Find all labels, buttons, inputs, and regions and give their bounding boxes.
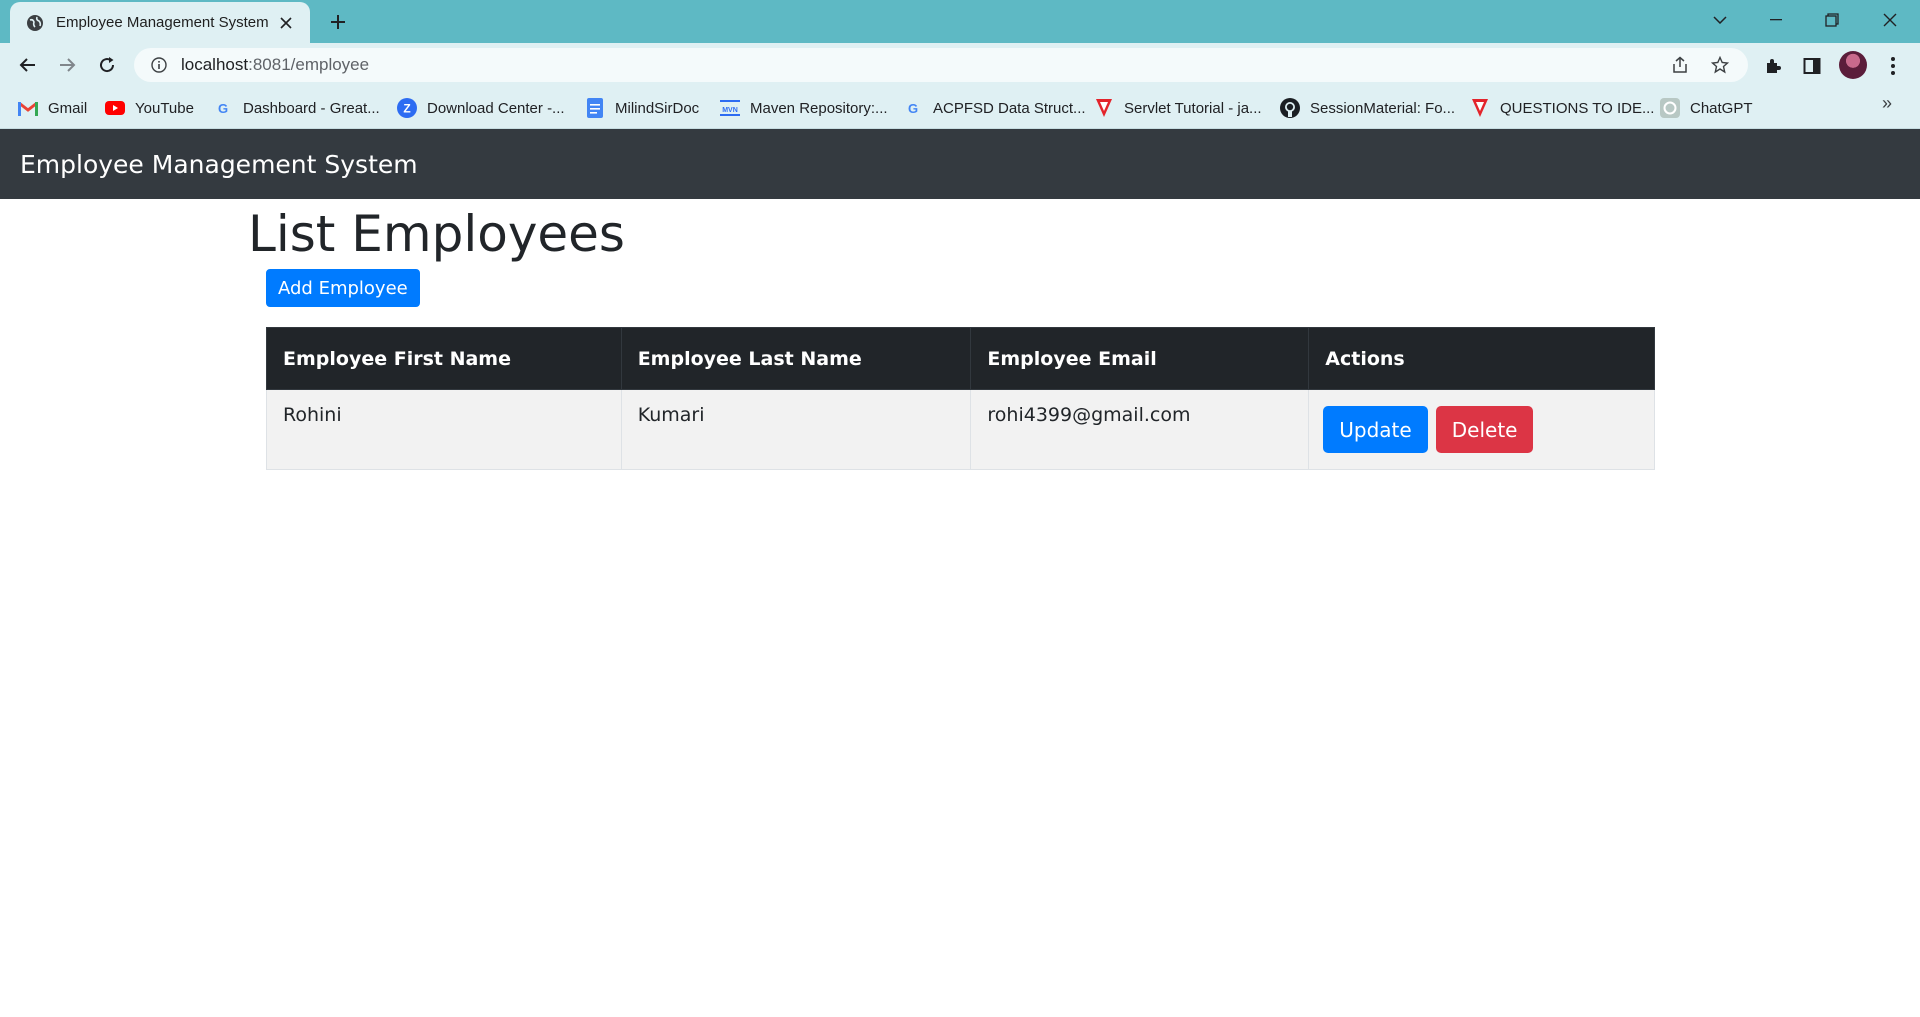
reload-icon[interactable] <box>93 51 121 79</box>
bookmark-maven[interactable]: MVN Maven Repository:... <box>720 96 888 120</box>
app-navbar: Employee Management System <box>0 129 1920 199</box>
docs-icon <box>585 98 605 118</box>
youtube-icon <box>105 98 125 118</box>
table-row: Rohini Kumari rohi4399@gmail.com Update … <box>266 389 1655 470</box>
forward-arrow-icon[interactable] <box>53 51 81 79</box>
bookmark-download-center[interactable]: Z Download Center -... <box>397 96 565 120</box>
cell-last-name: Kumari <box>620 389 972 470</box>
page-title: List Employees <box>248 205 625 263</box>
address-bar[interactable]: localhost:8081/employee <box>134 48 1748 82</box>
minimize-icon[interactable] <box>1748 0 1804 40</box>
cell-first-name: Rohini <box>266 389 622 470</box>
google-icon: G <box>217 100 229 116</box>
new-tab-icon[interactable] <box>326 10 350 34</box>
bookmark-questions[interactable]: QUESTIONS TO IDE... <box>1470 96 1654 120</box>
bookmark-servlet-tutorial[interactable]: Servlet Tutorial - ja... <box>1094 96 1262 120</box>
header-actions: Actions <box>1308 327 1655 390</box>
tab-search-icon[interactable] <box>1692 0 1748 40</box>
google-icon: G <box>907 100 919 116</box>
maven-icon: MVN <box>720 98 740 118</box>
more-bookmarks-icon[interactable]: » <box>1882 93 1892 114</box>
zoom-icon: Z <box>397 98 417 118</box>
github-icon <box>1280 98 1300 118</box>
close-tab-icon[interactable] <box>276 13 296 33</box>
bookmark-star-icon[interactable] <box>1710 55 1730 75</box>
delete-button[interactable]: Delete <box>1435 406 1534 453</box>
site-info-icon[interactable] <box>149 55 169 75</box>
bookmark-milindsirdoc[interactable]: MilindSirDoc <box>585 96 699 120</box>
cell-actions: Update Delete <box>1308 389 1655 470</box>
cell-email: rohi4399@gmail.com <box>970 389 1310 470</box>
header-email: Employee Email <box>970 327 1310 390</box>
bookmark-sessionmaterial[interactable]: SessionMaterial: Fo... <box>1280 96 1455 120</box>
bookmark-youtube[interactable]: YouTube <box>105 96 194 120</box>
header-last-name: Employee Last Name <box>620 327 972 390</box>
browser-toolbar: localhost:8081/employee <box>0 43 1920 87</box>
chatgpt-icon <box>1660 98 1680 118</box>
back-arrow-icon[interactable] <box>14 51 42 79</box>
restore-icon[interactable] <box>1804 0 1860 40</box>
navbar-brand[interactable]: Employee Management System <box>20 150 418 179</box>
header-first-name: Employee First Name <box>266 327 622 390</box>
browser-tabstrip: Employee Management System <box>0 0 1920 43</box>
globe-icon <box>26 14 44 32</box>
close-window-icon[interactable] <box>1862 0 1918 40</box>
update-button[interactable]: Update <box>1323 406 1428 453</box>
tpoint-icon <box>1094 98 1114 118</box>
tab-title: Employee Management System <box>56 14 269 31</box>
bookmark-chatgpt[interactable]: ChatGPT <box>1660 96 1753 120</box>
extensions-icon[interactable] <box>1762 55 1784 77</box>
add-employee-button[interactable]: Add Employee <box>266 269 420 307</box>
share-icon[interactable] <box>1670 55 1690 75</box>
bookmarks-bar: Gmail YouTube G Dashboard - Great... Z D… <box>0 87 1920 129</box>
employee-table: Employee First Name Employee Last Name E… <box>266 327 1655 470</box>
svg-text:MVN: MVN <box>722 107 738 114</box>
bookmark-dashboard[interactable]: G Dashboard - Great... <box>213 96 380 120</box>
bookmark-gmail[interactable]: Gmail <box>18 96 87 120</box>
svg-text:Z: Z <box>403 102 410 116</box>
url-text: localhost:8081/employee <box>181 55 370 74</box>
gmail-icon <box>18 98 38 118</box>
browser-tab-active[interactable]: Employee Management System <box>10 2 310 43</box>
kebab-menu-icon[interactable] <box>1882 55 1904 77</box>
bookmark-acpfsd[interactable]: G ACPFSD Data Struct... <box>903 96 1086 120</box>
side-panel-icon[interactable] <box>1801 55 1823 77</box>
table-header-row: Employee First Name Employee Last Name E… <box>266 327 1655 390</box>
tpoint-icon <box>1470 98 1490 118</box>
profile-avatar[interactable] <box>1839 51 1867 79</box>
